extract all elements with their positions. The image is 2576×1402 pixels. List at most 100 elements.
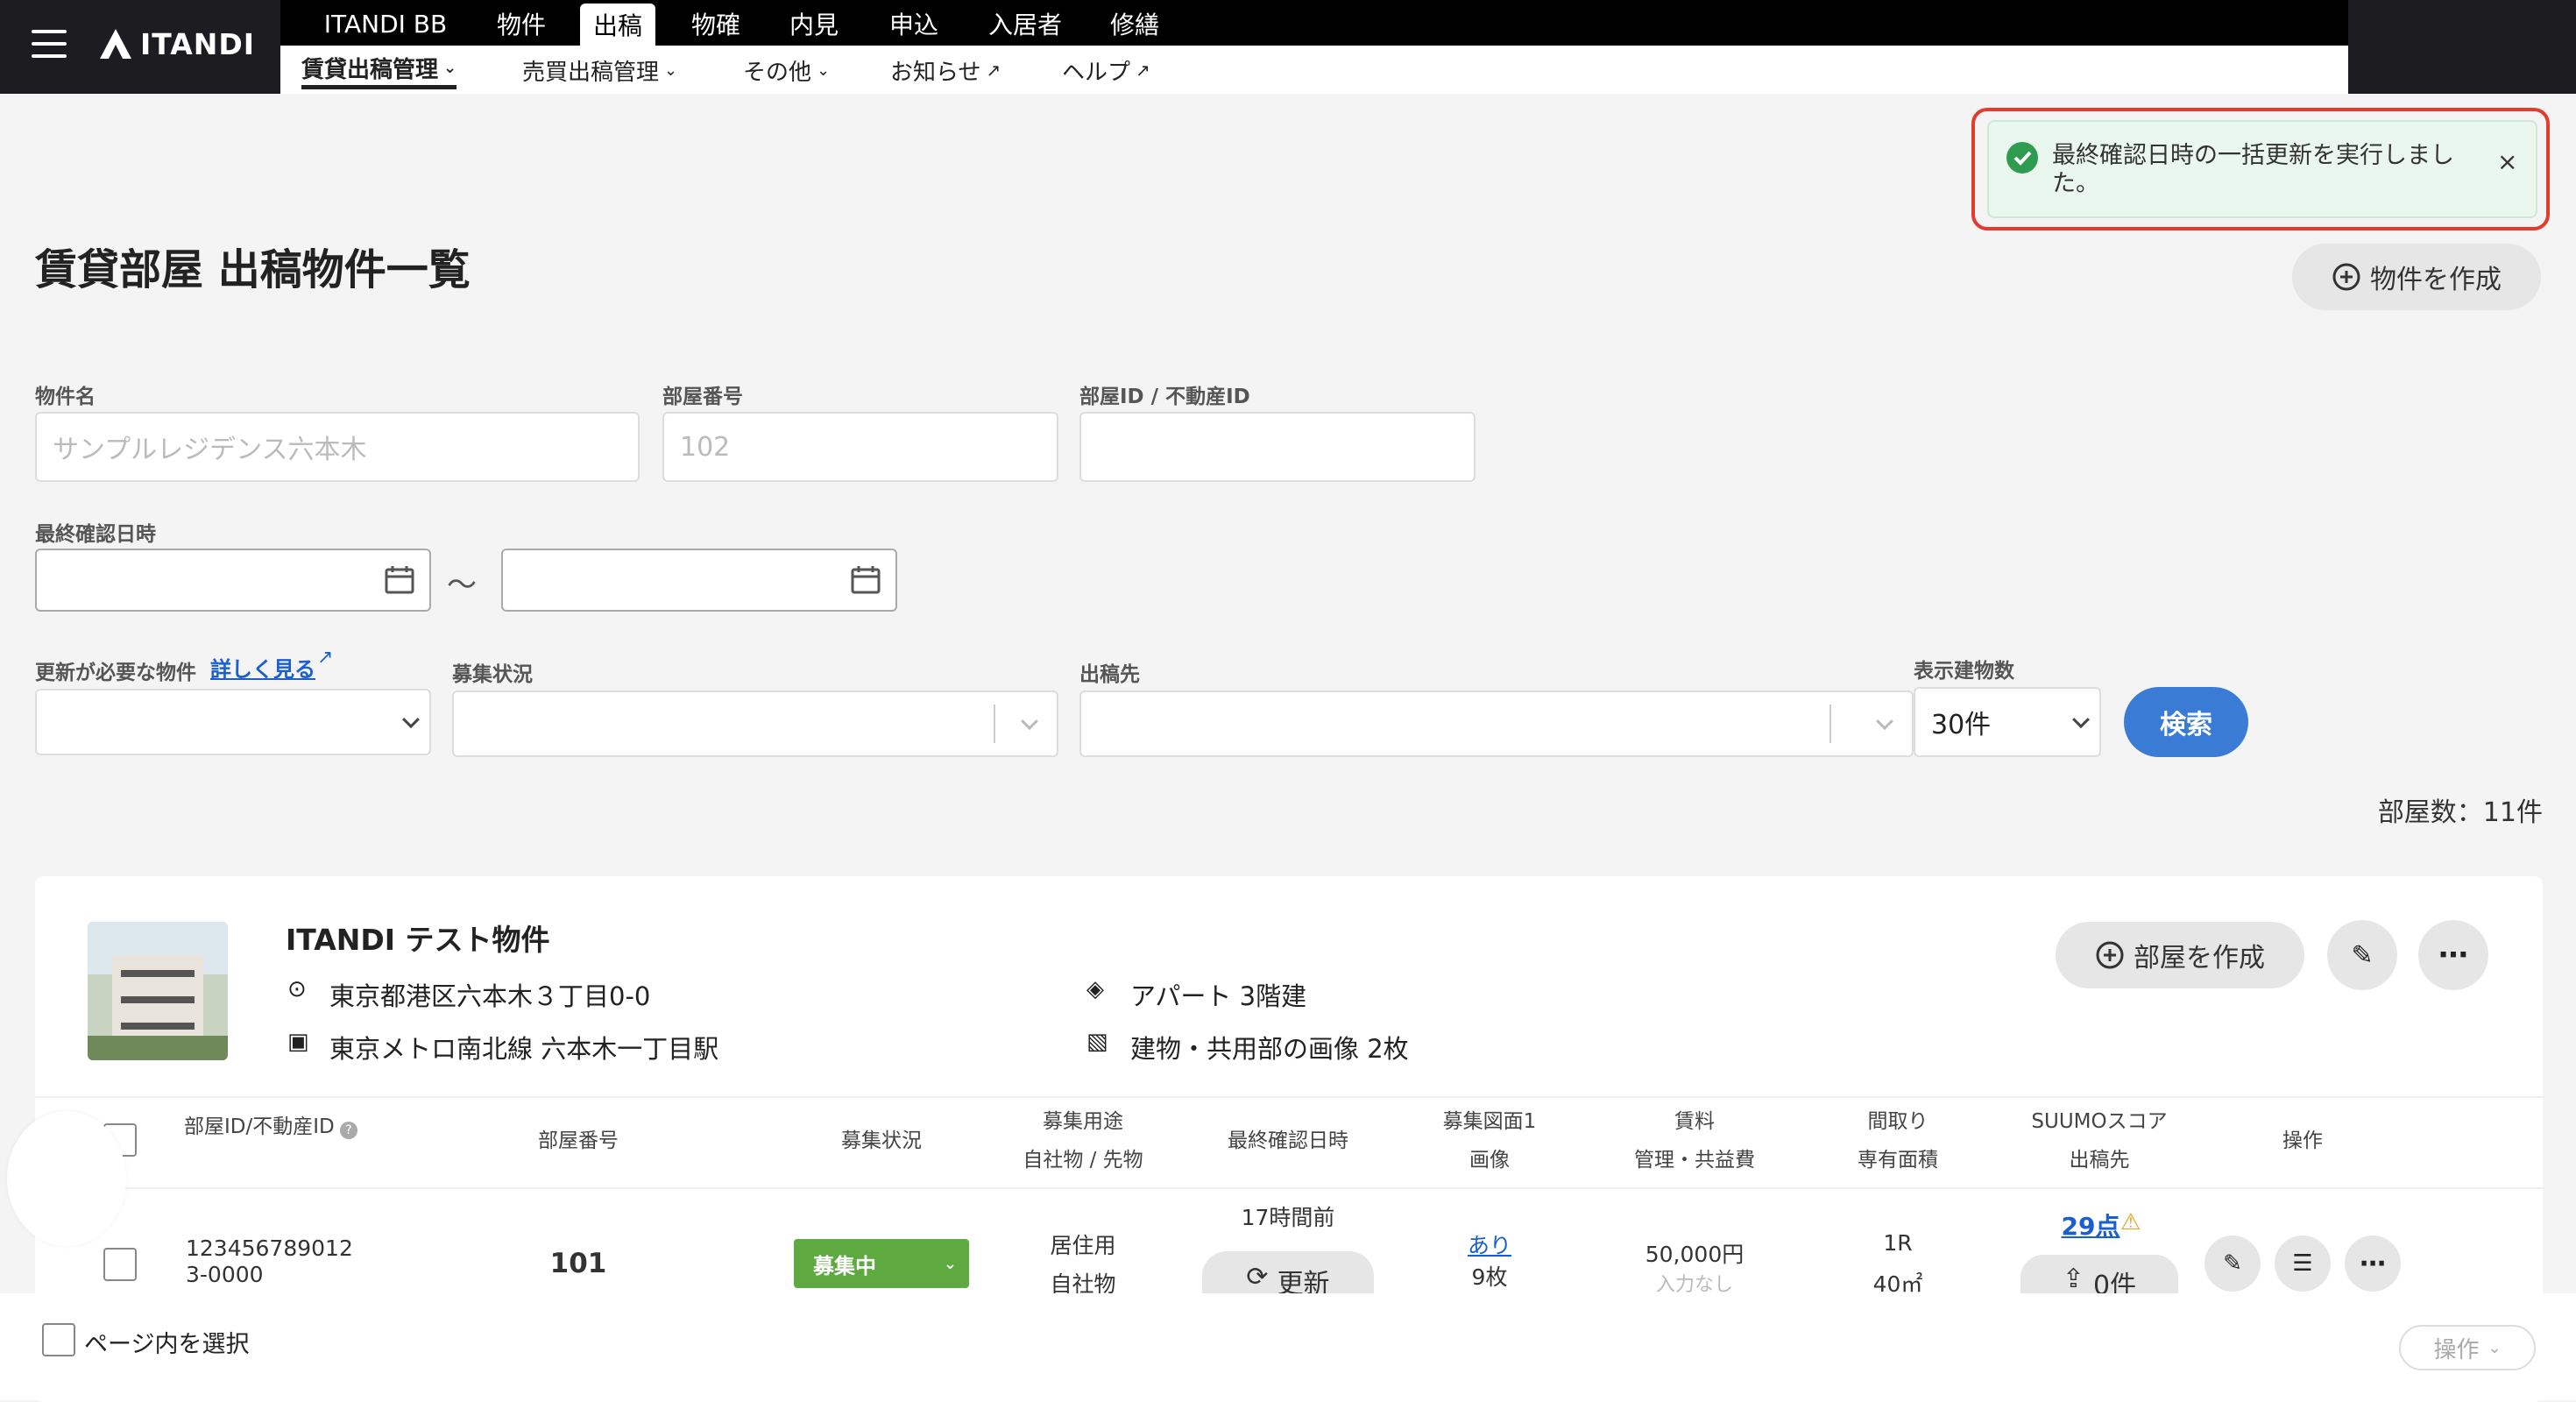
tab-confirm[interactable]: 物確 [675, 5, 757, 42]
building-info: アパート 3階建 [1130, 981, 1307, 1011]
subtab-sales-publish[interactable]: 売買出稿管理 ⌄ [522, 51, 677, 89]
header-rent: 賃料 [1674, 1110, 1715, 1133]
room-number-label: 部屋番号 [662, 386, 743, 408]
header-room-number: 部屋番号 [538, 1129, 619, 1152]
room-id-input[interactable] [1079, 412, 1476, 482]
button-label: 操作 [2433, 1336, 2480, 1363]
page-title: 賃貸部屋 出稿物件一覧 [35, 245, 471, 294]
layout: 1R [1883, 1230, 1913, 1256]
tab-property[interactable]: 物件 [480, 5, 563, 42]
check-circle-icon [2006, 142, 2038, 173]
more-icon[interactable]: ⋯ [2345, 1236, 2401, 1292]
edit-list-icon[interactable]: ☰ [2275, 1236, 2331, 1292]
chevron-down-icon: ⌄ [664, 60, 678, 80]
external-link-icon: ↗ [986, 60, 1001, 81]
more-icon[interactable]: ⋯ [2418, 920, 2488, 990]
property-name: ITANDI テスト物件 [286, 923, 550, 957]
tab-viewing[interactable]: 内見 [773, 5, 855, 42]
ops-button[interactable]: 操作 ⌄ [2399, 1325, 2536, 1370]
edit-icon[interactable]: ✎ [2327, 920, 2397, 990]
subtab-news[interactable]: お知らせ ↗ [890, 51, 1001, 89]
edit-icon[interactable]: ✎ [2204, 1236, 2261, 1292]
room-number: 101 [549, 1248, 607, 1279]
location-pin-icon: ⊙ [287, 976, 307, 1002]
date-to-input[interactable] [501, 549, 897, 612]
calendar-icon[interactable] [384, 565, 415, 595]
header-usage: 募集用途 [1043, 1110, 1123, 1133]
header-layout: 間取り [1867, 1110, 1928, 1133]
header-area: 専有面積 [1858, 1149, 1938, 1172]
header-status: 募集状況 [841, 1129, 922, 1152]
header-ownership: 自社物 / 先物 [1023, 1149, 1143, 1172]
menu-icon[interactable] [32, 30, 67, 60]
last-confirmed-label: 最終確認日時 [35, 523, 156, 546]
property-name-label: 物件名 [35, 386, 96, 408]
toast-message: 最終確認日時の一括更新を実行しました。 [2052, 142, 2454, 197]
property-name-input[interactable]: サンプルレジデンス六本木 [35, 412, 640, 482]
suumo-score[interactable]: 29点 [2012, 1207, 2169, 1243]
date-from-input[interactable] [35, 549, 431, 612]
upload-icon: ⇪ [2062, 1264, 2085, 1294]
search-button[interactable]: 検索 [2124, 687, 2248, 757]
warning-icon: ⚠ [2120, 1209, 2141, 1236]
select-value: 30件 [1931, 710, 1992, 740]
property-station: 東京メトロ南北線 六本木一丁目駅 [329, 1034, 719, 1064]
header-floorplan: 募集図面1 [1442, 1110, 1537, 1133]
room-number-input[interactable]: 102 [662, 412, 1058, 482]
close-icon[interactable]: × [2497, 147, 2517, 176]
button-label: 物件を作成 [2370, 265, 2502, 295]
subtab-rental-publish[interactable]: 賃貸出稿管理 ⌄ [301, 51, 457, 89]
rent: 50,000円 [1645, 1242, 1744, 1267]
divider [35, 1187, 2543, 1189]
subtab-label: ヘルプ [1062, 59, 1131, 86]
subtab-help[interactable]: ヘルプ ↗ [1062, 51, 1150, 89]
subtab-label: お知らせ [890, 59, 981, 86]
room-count: 部屋数：11件 [2377, 797, 2543, 828]
header-ops: 操作 [2282, 1129, 2323, 1152]
status-select[interactable]: 募集中 ⌄ [794, 1239, 969, 1288]
subtab-label: 売買出稿管理 [522, 59, 660, 86]
create-property-button[interactable]: 物件を作成 [2292, 244, 2541, 310]
header-publish-to: 出稿先 [2069, 1149, 2130, 1172]
itandi-logo[interactable]: ITANDI [98, 25, 260, 63]
image-icon: ▧ [1086, 1029, 1108, 1055]
property-address: 東京都港区六本木３丁目0-0 [329, 981, 651, 1011]
update-needed-select[interactable] [35, 689, 431, 755]
subtab-label: 賃貸出稿管理 [301, 57, 439, 83]
external-link-icon: ↗ [317, 647, 334, 669]
create-room-button[interactable]: 部屋を作成 [2056, 922, 2304, 988]
detail-link[interactable]: 詳しく見る [210, 652, 315, 683]
help-icon[interactable]: ? [340, 1122, 357, 1139]
plus-circle-icon [2332, 263, 2360, 291]
tab-resident[interactable]: 入居者 [973, 5, 1078, 42]
subtab-other[interactable]: その他 ⌄ [743, 51, 830, 89]
tab-publish[interactable]: 出稿 [580, 4, 655, 46]
room-id-label: 部屋ID / 不動産ID [1079, 386, 1250, 408]
tab-application[interactable]: 申込 [873, 5, 955, 42]
row-checkbox[interactable] [103, 1248, 137, 1281]
display-count-select[interactable]: 30件 [1914, 687, 2101, 757]
update-needed-label: 更新が必要な物件 [35, 662, 196, 684]
header-images: 画像 [1469, 1149, 1510, 1172]
publish-to-select[interactable] [1079, 690, 1914, 757]
button-label: 部屋を作成 [2134, 943, 2265, 974]
train-icon: ▣ [287, 1029, 309, 1055]
header-suumo: SUUMOスコア [2031, 1110, 2168, 1133]
recruit-status-select[interactable] [452, 690, 1058, 757]
chevron-down-icon: ⌄ [443, 59, 457, 77]
header-room-id: 部屋ID/不動産ID [184, 1115, 335, 1138]
tab-repair[interactable]: 修繕 [1093, 5, 1176, 42]
calendar-icon[interactable] [850, 565, 881, 595]
subtab-label: その他 [743, 59, 812, 86]
display-count-label: 表示建物数 [1914, 660, 2014, 683]
range-separator: 〜 [447, 568, 477, 603]
logo-text: ITANDI [140, 26, 256, 61]
floating-overlay [7, 1111, 126, 1246]
select-page-checkbox[interactable] [42, 1323, 75, 1356]
tab-itandi-bb[interactable]: ITANDI BB [307, 5, 464, 42]
last-confirmed: 17時間前 [1241, 1205, 1335, 1230]
plus-circle-icon [2096, 941, 2124, 969]
floorplan-link[interactable]: あり [1402, 1229, 1577, 1260]
usage: 居住用 [1050, 1233, 1116, 1258]
logo-mark-icon [100, 29, 131, 59]
